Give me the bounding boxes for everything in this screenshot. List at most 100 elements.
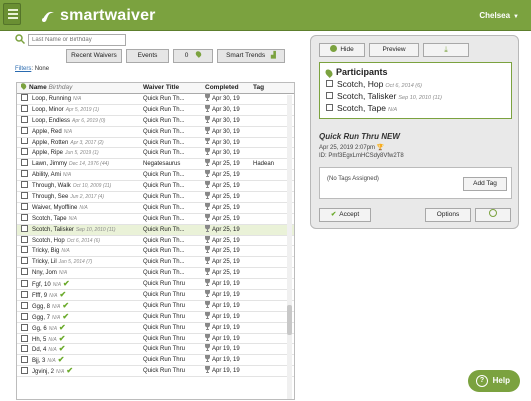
smart-trends-button[interactable]: Smart Trends ▟ bbox=[217, 49, 285, 63]
search-input[interactable] bbox=[28, 34, 126, 46]
table-row[interactable]: Gg, 6 N/A ✔ Quick Run Thru Apr 19, 19 bbox=[17, 322, 294, 334]
table-row[interactable]: Loop, Minor Apr 5, 2019 (1) Quick Run Th..… bbox=[17, 104, 294, 116]
table-scrollbar[interactable] bbox=[287, 95, 292, 399]
chat-button[interactable] bbox=[475, 208, 511, 222]
help-button[interactable]: ? Help bbox=[468, 370, 520, 392]
trophy-icon bbox=[205, 137, 210, 145]
participant-checkbox[interactable] bbox=[326, 104, 333, 112]
table-row[interactable]: Scotch, Talisker Sep 10, 2010 (11) Quick R… bbox=[17, 224, 294, 236]
options-button[interactable]: Options bbox=[425, 208, 471, 222]
participant-checkbox[interactable] bbox=[326, 92, 333, 100]
table-row[interactable]: Dd, 4 N/A ✔ Quick Run Thru Apr 19, 19 bbox=[17, 344, 294, 356]
row-checkbox[interactable] bbox=[21, 345, 28, 353]
completed-date: Apr 25, 19 bbox=[212, 237, 240, 244]
table-row[interactable]: Ggg, 8 N/A ✔ Quick Run Thru Apr 19, 19 bbox=[17, 300, 294, 312]
row-checkbox[interactable] bbox=[21, 137, 28, 145]
name-column-header[interactable]: Name Birthday bbox=[21, 83, 139, 93]
table-row[interactable]: Hh, 5 N/A ✔ Quick Run Thru Apr 19, 19 bbox=[17, 333, 294, 345]
name-cell: Tricky, Lil Jan 5, 2014 (7) bbox=[21, 257, 139, 267]
row-checkbox[interactable] bbox=[21, 148, 28, 156]
filters-link[interactable]: Filters bbox=[15, 66, 31, 72]
participant-birthday: Oct 10, 2009 (11) bbox=[72, 183, 112, 190]
row-checkbox[interactable] bbox=[21, 192, 28, 199]
hamburger-menu-button[interactable] bbox=[3, 3, 21, 25]
waiver-title-cell: Quick Run Thru bbox=[143, 357, 185, 364]
table-row[interactable]: Apple, Ripe Jun 5, 2019 (1) Quick Run Th..… bbox=[17, 148, 294, 160]
row-checkbox[interactable] bbox=[21, 181, 28, 189]
row-checkbox[interactable] bbox=[21, 312, 28, 320]
recent-waivers-button[interactable]: Recent Waivers bbox=[66, 49, 122, 63]
brand-name: smartwaiver bbox=[60, 7, 156, 24]
accept-button[interactable]: ✔ Accept bbox=[319, 208, 371, 222]
table-row[interactable]: Ability, Ami N/A Quick Run Th... Apr 25, 19 bbox=[17, 170, 294, 182]
row-checkbox[interactable] bbox=[21, 290, 28, 298]
table-row[interactable]: Bjj, 3 N/A ✔ Quick Run Thru Apr 19, 19 bbox=[17, 355, 294, 367]
hide-button[interactable]: Hide bbox=[319, 43, 365, 57]
participant-name: Fgf, 10 bbox=[32, 282, 51, 289]
row-checkbox[interactable] bbox=[21, 202, 28, 210]
waiver-title: Quick Run Thru NEW bbox=[319, 132, 400, 141]
add-tag-button[interactable]: Add Tag bbox=[463, 177, 507, 191]
table-row[interactable]: Through, See Jun 2, 2017 (4) Quick Run Th.… bbox=[17, 192, 294, 203]
trophy-icon bbox=[205, 224, 210, 232]
table-row[interactable]: Through, Walk Oct 10, 2009 (11) Quick Run … bbox=[17, 181, 294, 193]
row-checkbox[interactable] bbox=[21, 301, 28, 309]
participant-checkbox[interactable] bbox=[326, 80, 333, 88]
row-checkbox[interactable] bbox=[21, 246, 28, 254]
participant-item: Scotch, Hop Oct 6, 2014 (6) bbox=[326, 79, 505, 89]
row-checkbox[interactable] bbox=[21, 367, 28, 375]
row-checkbox[interactable] bbox=[21, 323, 28, 331]
table-row[interactable]: Tricky, Big N/A Quick Run Th... Apr 25, 19 bbox=[17, 246, 294, 258]
completed-column-header[interactable]: Completed bbox=[205, 83, 253, 93]
table-row[interactable]: Fgf, 10 N/A ✔ Quick Run Thru Apr 19, 19 bbox=[17, 279, 294, 291]
scrollbar-thumb[interactable] bbox=[287, 305, 292, 335]
download-button[interactable]: ⤓ bbox=[423, 43, 469, 57]
table-row[interactable]: Tricky, Lil Jan 5, 2014 (7) Quick Run Th..… bbox=[17, 257, 294, 269]
table-row[interactable]: Ggg, 7 N/A ✔ Quick Run Thru Apr 19, 19 bbox=[17, 311, 294, 323]
table-row[interactable]: Apple, Red N/A Quick Run Th... Apr 30, 19 bbox=[17, 126, 294, 138]
row-checkbox[interactable] bbox=[21, 235, 28, 243]
help-icon: ? bbox=[476, 375, 488, 387]
table-row[interactable]: Apple, Rotten Apr 3, 2017 (2) Quick Run Th… bbox=[17, 137, 294, 149]
waiver-title-cell: Quick Run Thru bbox=[143, 335, 185, 342]
table-row[interactable]: Lawn, Jimmy Dec 14, 1976 (44) Negatesaurus… bbox=[17, 159, 294, 171]
name-cell: Dd, 4 N/A ✔ bbox=[21, 344, 139, 355]
completed-date: Apr 30, 19 bbox=[212, 106, 240, 113]
table-row[interactable]: Jgvinj, 2 N/A ✔ Quick Run Thru Apr 19, 19 bbox=[17, 366, 294, 378]
row-checkbox[interactable] bbox=[21, 170, 28, 178]
row-checkbox[interactable] bbox=[21, 356, 28, 364]
row-checkbox[interactable] bbox=[21, 115, 28, 123]
row-checkbox[interactable] bbox=[21, 213, 28, 221]
checkmark-icon: ✔ bbox=[62, 311, 70, 321]
table-row[interactable]: Loop, Endless Apr 6, 2019 (0) Quick Run Th… bbox=[17, 115, 294, 127]
participant-name: Scotch, Tape bbox=[337, 103, 386, 113]
table-row[interactable]: Loop, Running N/A Quick Run Th... Apr 30, 1… bbox=[17, 94, 294, 105]
completed-cell: Apr 30, 19 bbox=[205, 94, 253, 104]
row-checkbox[interactable] bbox=[21, 257, 28, 265]
events-button[interactable]: Events bbox=[126, 49, 169, 63]
table-row[interactable]: Waiver, Myoffline N/A Quick Run Th... Apr 2… bbox=[17, 202, 294, 214]
tag-column-header[interactable]: Tag bbox=[253, 83, 293, 93]
row-checkbox[interactable] bbox=[21, 104, 28, 112]
waiver-date: Apr 25, 2019 2:07pm bbox=[319, 145, 376, 151]
participant-birthday: Sep 10, 2010 (11) bbox=[75, 226, 116, 233]
row-checkbox[interactable] bbox=[21, 268, 28, 276]
participant-name: Apple, Red bbox=[32, 128, 62, 135]
user-menu[interactable]: Chelsea ▼ bbox=[479, 11, 519, 20]
table-row[interactable]: Scotch, Tape N/A Quick Run Th... Apr 25, 19 bbox=[17, 213, 294, 225]
waiver-title-cell: Quick Run Th... bbox=[143, 172, 185, 179]
row-checkbox[interactable] bbox=[21, 94, 28, 101]
table-row[interactable]: Scotch, Hop Oct 6, 2014 (6) Quick Run Th..… bbox=[17, 235, 294, 247]
check-icon: ✔ bbox=[330, 211, 337, 218]
flag-count-button[interactable]: 0 bbox=[173, 49, 213, 63]
row-checkbox[interactable] bbox=[21, 334, 28, 342]
waiver-title-column-header[interactable]: Waiver Title bbox=[143, 83, 201, 93]
row-checkbox[interactable] bbox=[21, 126, 28, 134]
row-checkbox[interactable] bbox=[21, 159, 28, 167]
row-checkbox[interactable] bbox=[21, 224, 28, 232]
table-row[interactable]: Nny, Jom N/A Quick Run Th... Apr 25, 19 bbox=[17, 268, 294, 280]
preview-button[interactable]: Preview bbox=[369, 43, 419, 57]
completed-cell: Apr 19, 19 bbox=[205, 300, 253, 311]
table-row[interactable]: Ffff, 9 N/A ✔ Quick Run Thru Apr 19, 19 bbox=[17, 290, 294, 301]
row-checkbox[interactable] bbox=[21, 280, 28, 288]
